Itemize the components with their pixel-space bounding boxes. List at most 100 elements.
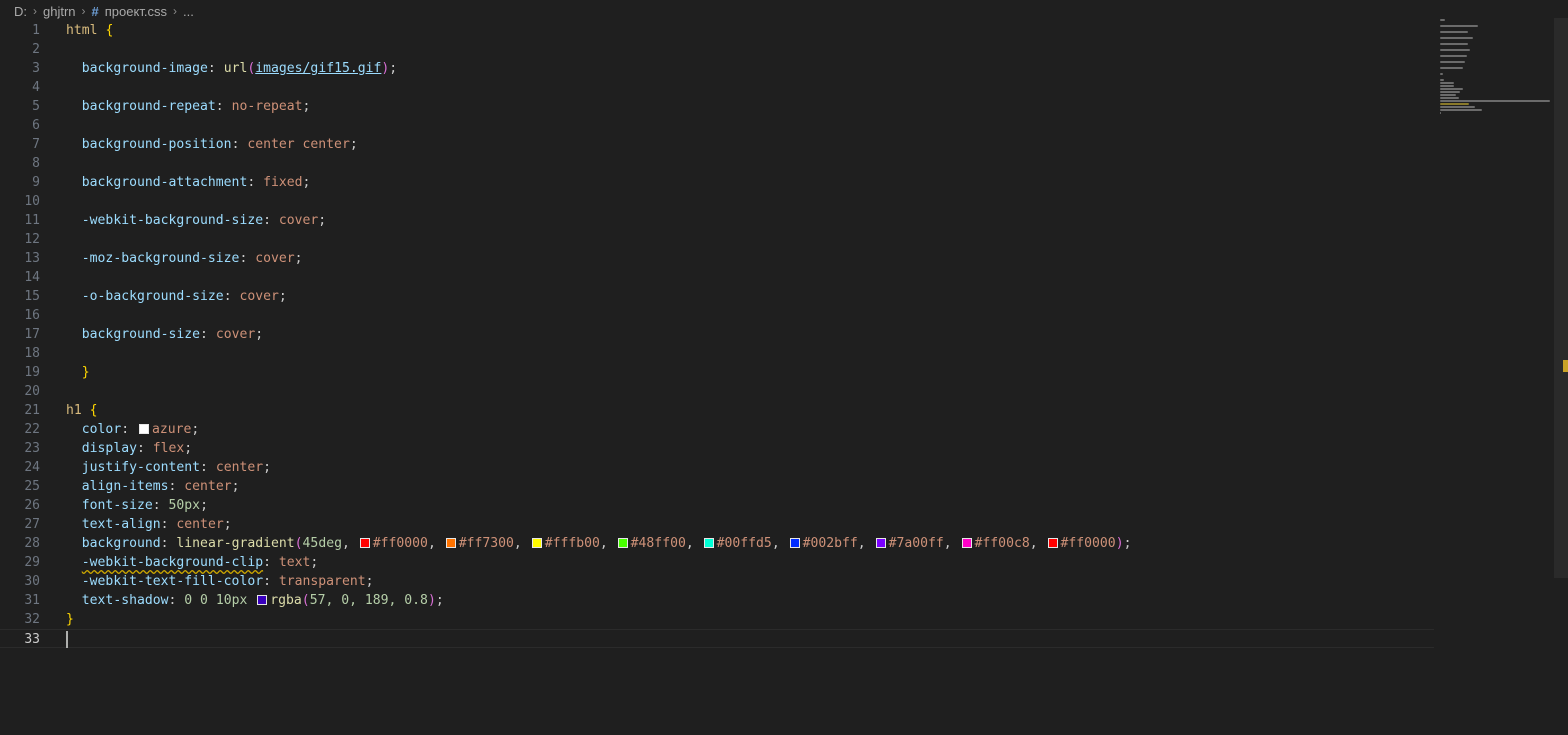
code-token: url — [223, 61, 248, 76]
code-line[interactable]: 28 background: linear-gradient(45deg, #f… — [0, 534, 1440, 553]
minimap[interactable] — [1440, 18, 1553, 114]
code-token: ( — [294, 536, 303, 551]
vertical-scrollbar[interactable] — [1554, 18, 1568, 578]
code-token: : — [263, 574, 279, 589]
code-token: : — [136, 441, 153, 456]
minimap-line — [1440, 103, 1469, 105]
code-line[interactable]: 26 font-size: 50px; — [0, 496, 1440, 515]
code-line[interactable]: 9 background-attachment: fixed; — [0, 173, 1440, 192]
code-line[interactable]: 20 — [0, 382, 1440, 401]
line-code: -webkit-background-size: cover; — [66, 211, 326, 230]
code-line[interactable]: 30 -webkit-text-fill-color: transparent; — [0, 572, 1440, 591]
color-swatch[interactable] — [531, 537, 542, 548]
code-token: #002bff — [802, 536, 858, 551]
code-token: -webkit-background-size — [81, 213, 264, 228]
code-line[interactable]: 31 text-shadow: 0 0 10px rgba(57, 0, 189… — [0, 591, 1440, 610]
code-token: : — [231, 137, 248, 152]
code-line[interactable]: 12 — [0, 230, 1440, 249]
line-code: -o-background-size: cover; — [66, 287, 287, 306]
code-token: #7a00ff — [888, 536, 944, 551]
line-number: 19 — [24, 365, 40, 380]
code-editor[interactable]: 1 html { 2 3 background-image: url(images/g… — [0, 21, 1440, 735]
code-token: background-size — [81, 327, 201, 342]
code-line[interactable]: 2 — [0, 40, 1440, 59]
code-token: : — [239, 251, 256, 266]
color-swatch[interactable] — [789, 537, 800, 548]
code-line[interactable]: 15 -o-background-size: cover; — [0, 287, 1440, 306]
line-code: font-size: 50px; — [66, 496, 208, 515]
code-line[interactable]: 32} — [0, 610, 1440, 629]
breadcrumb-file[interactable]: проект.css — [105, 4, 167, 19]
code-line[interactable]: 27 text-align: center; — [0, 515, 1440, 534]
line-number: 7 — [32, 137, 40, 152]
code-token: { — [105, 23, 114, 38]
line-number: 27 — [24, 517, 40, 532]
line-number: 11 — [24, 213, 40, 228]
code-line[interactable]: 3 background-image: url(images/gif15.gif… — [0, 59, 1440, 78]
code-token: 0 0 10px — [184, 593, 248, 608]
color-swatch[interactable] — [703, 537, 714, 548]
line-code — [66, 630, 68, 649]
line-code: h1 { — [66, 401, 98, 420]
minimap-line — [1440, 73, 1443, 75]
line-number: 22 — [24, 422, 40, 437]
code-token: -moz-background-size — [81, 251, 240, 266]
code-line[interactable]: 10 — [0, 192, 1440, 211]
code-line[interactable]: 6 — [0, 116, 1440, 135]
code-line[interactable]: 13 -moz-background-size: cover; — [0, 249, 1440, 268]
code-token: color — [81, 422, 122, 437]
color-swatch[interactable] — [359, 537, 370, 548]
code-line[interactable]: 25 align-items: center; — [0, 477, 1440, 496]
line-code: display: flex; — [66, 439, 192, 458]
code-line[interactable]: 33 — [0, 629, 1434, 648]
code-token: ; — [435, 593, 444, 608]
code-line[interactable]: 7 background-position: center center; — [0, 135, 1440, 154]
breadcrumb-drive[interactable]: D: — [14, 4, 27, 19]
code-line[interactable]: 22 color: azure; — [0, 420, 1440, 439]
color-swatch[interactable] — [875, 537, 886, 548]
code-line[interactable]: 8 — [0, 154, 1440, 173]
minimap-line — [1440, 97, 1459, 99]
breadcrumb-folder[interactable]: ghjtrn — [43, 4, 76, 19]
code-token: align-items — [81, 479, 169, 494]
code-token: background-image — [81, 61, 208, 76]
code-token: text — [278, 555, 311, 570]
code-line[interactable]: 29 -webkit-background-clip: text; — [0, 553, 1440, 572]
code-line[interactable]: 14 — [0, 268, 1440, 287]
code-line[interactable]: 16 — [0, 306, 1440, 325]
color-swatch[interactable] — [1047, 537, 1058, 548]
code-line[interactable]: 4 — [0, 78, 1440, 97]
color-swatch[interactable] — [257, 594, 268, 605]
breadcrumb-symbols[interactable]: ... — [183, 4, 194, 19]
code-token: ; — [184, 441, 193, 456]
code-token: #ff0000 — [372, 536, 428, 551]
code-line[interactable]: 19 } — [0, 363, 1440, 382]
code-line[interactable]: 11 -webkit-background-size: cover; — [0, 211, 1440, 230]
code-line[interactable]: 17 background-size: cover; — [0, 325, 1440, 344]
line-number: 33 — [24, 632, 40, 647]
code-line[interactable]: 21 h1 { — [0, 401, 1440, 420]
code-token: cover — [278, 213, 319, 228]
code-token: ( — [301, 593, 310, 608]
color-swatch[interactable] — [617, 537, 628, 548]
code-line[interactable]: 1 html { — [0, 21, 1440, 40]
scrollbar-warning-marker — [1563, 360, 1568, 372]
code-line[interactable]: 18 — [0, 344, 1440, 363]
code-token: 57, 0, 189, 0.8 — [309, 593, 428, 608]
color-swatch[interactable] — [961, 537, 972, 548]
code-line[interactable]: 23 display: flex; — [0, 439, 1440, 458]
color-swatch[interactable] — [138, 423, 149, 434]
line-number: 2 — [32, 42, 40, 57]
code-line[interactable]: 24 justify-content: center; — [0, 458, 1440, 477]
line-number: 9 — [32, 175, 40, 190]
code-token: , — [1029, 536, 1046, 551]
code-token: text-align — [81, 517, 161, 532]
line-code: background-position: center center; — [66, 135, 358, 154]
code-line[interactable]: 5 background-repeat: no-repeat; — [0, 97, 1440, 116]
code-token: : — [160, 536, 177, 551]
color-swatch[interactable] — [445, 537, 456, 548]
minimap-line — [1440, 109, 1483, 111]
code-token: ; — [302, 99, 311, 114]
